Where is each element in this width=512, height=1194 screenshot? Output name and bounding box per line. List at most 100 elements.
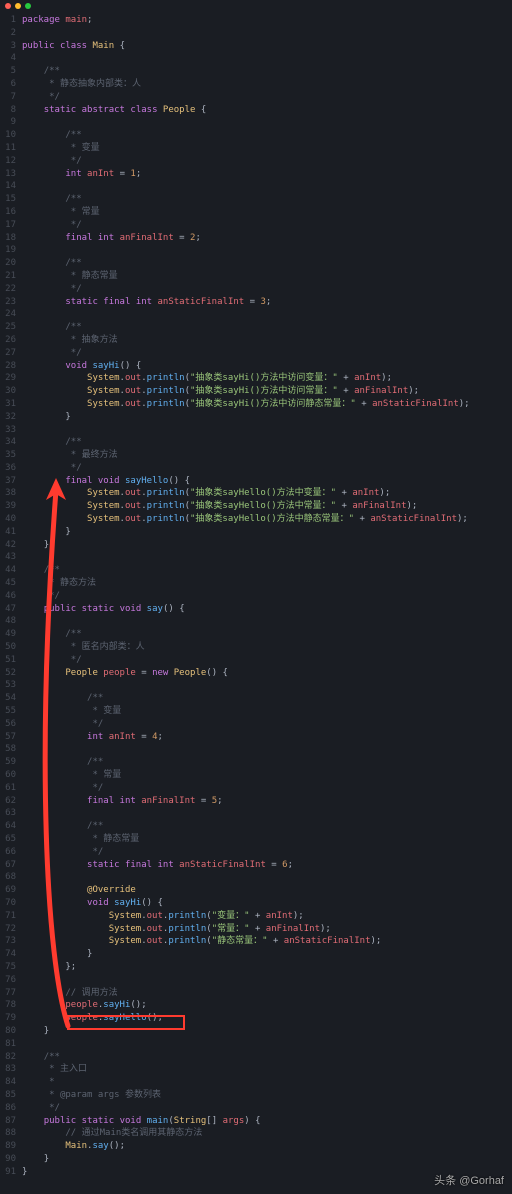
code-line: 3public class Main { xyxy=(0,40,512,53)
watermark: 头条 @Gorhaf xyxy=(434,1175,504,1188)
code-line: 90 } xyxy=(0,1153,512,1166)
code-line: 69 @Override xyxy=(0,884,512,897)
code-content: */ xyxy=(22,654,512,667)
code-content: static final int anStaticFinalInt = 3; xyxy=(22,296,512,309)
line-number: 90 xyxy=(0,1153,22,1166)
minimize-icon[interactable] xyxy=(15,3,21,9)
code-content: People people = new People() { xyxy=(22,667,512,680)
code-line: 23 static final int anStaticFinalInt = 3… xyxy=(0,296,512,309)
line-number: 50 xyxy=(0,641,22,654)
line-number: 9 xyxy=(0,116,22,129)
code-content xyxy=(22,974,512,987)
line-number: 61 xyxy=(0,782,22,795)
code-line: 68 xyxy=(0,871,512,884)
code-content xyxy=(22,52,512,65)
code-content: int anInt = 1; xyxy=(22,168,512,181)
code-line: 83 * 主入口 xyxy=(0,1063,512,1076)
code-line: 86 */ xyxy=(0,1102,512,1115)
code-content: System.out.println("抽象类sayHello()方法中静态常量… xyxy=(22,513,512,526)
code-line: 26 * 抽象方法 xyxy=(0,334,512,347)
code-content: public static void main(String[] args) { xyxy=(22,1115,512,1128)
line-number: 53 xyxy=(0,679,22,692)
code-line: 41 } xyxy=(0,526,512,539)
code-line: 28 void sayHi() { xyxy=(0,360,512,373)
line-number: 44 xyxy=(0,564,22,577)
code-line: 43 xyxy=(0,551,512,564)
code-line: 40 System.out.println("抽象类sayHello()方法中静… xyxy=(0,513,512,526)
code-content: } xyxy=(22,1153,512,1166)
code-line: 12 */ xyxy=(0,155,512,168)
code-content: @Override xyxy=(22,884,512,897)
code-content xyxy=(22,308,512,321)
code-content: // 通过Main类名调用其静态方法 xyxy=(22,1127,512,1140)
line-number: 24 xyxy=(0,308,22,321)
line-number: 88 xyxy=(0,1127,22,1140)
code-line: 21 * 静态常量 xyxy=(0,270,512,283)
code-content: * 静态常量 xyxy=(22,270,512,283)
line-number: 38 xyxy=(0,487,22,500)
code-content: System.out.println("抽象类sayHello()方法中变量："… xyxy=(22,487,512,500)
line-number: 85 xyxy=(0,1089,22,1102)
line-number: 76 xyxy=(0,974,22,987)
code-line: 89 Main.say(); xyxy=(0,1140,512,1153)
code-line: 13 int anInt = 1; xyxy=(0,168,512,181)
code-line: 19 xyxy=(0,244,512,257)
code-content: * 静态抽象内部类：人 xyxy=(22,78,512,91)
code-content xyxy=(22,424,512,437)
line-number: 41 xyxy=(0,526,22,539)
line-number: 26 xyxy=(0,334,22,347)
code-content: * 静态常量 xyxy=(22,833,512,846)
code-line: 70 void sayHi() { xyxy=(0,897,512,910)
code-line: 2 xyxy=(0,27,512,40)
line-number: 86 xyxy=(0,1102,22,1115)
code-line: 7 */ xyxy=(0,91,512,104)
line-number: 42 xyxy=(0,539,22,552)
close-icon[interactable] xyxy=(5,3,11,9)
line-number: 59 xyxy=(0,756,22,769)
code-line: 59 /** xyxy=(0,756,512,769)
line-number: 4 xyxy=(0,52,22,65)
zoom-icon[interactable] xyxy=(25,3,31,9)
code-line: 11 * 变量 xyxy=(0,142,512,155)
code-content: * 最终方法 xyxy=(22,449,512,462)
code-line: 29 System.out.println("抽象类sayHi()方法中访问变量… xyxy=(0,372,512,385)
line-number: 46 xyxy=(0,590,22,603)
line-number: 40 xyxy=(0,513,22,526)
code-content xyxy=(22,116,512,129)
code-line: 34 /** xyxy=(0,436,512,449)
code-line: 16 * 常量 xyxy=(0,206,512,219)
code-content: System.out.println("抽象类sayHi()方法中访问变量：" … xyxy=(22,372,512,385)
code-content: */ xyxy=(22,1102,512,1115)
line-number: 66 xyxy=(0,846,22,859)
line-number: 6 xyxy=(0,78,22,91)
code-line: 45 * 静态方法 xyxy=(0,577,512,590)
code-line: 51 */ xyxy=(0,654,512,667)
code-content: * 变量 xyxy=(22,705,512,718)
code-line: 20 /** xyxy=(0,257,512,270)
line-number: 16 xyxy=(0,206,22,219)
code-content: } xyxy=(22,948,512,961)
code-line: 36 */ xyxy=(0,462,512,475)
code-line: 53 xyxy=(0,679,512,692)
code-line: 60 * 常量 xyxy=(0,769,512,782)
line-number: 47 xyxy=(0,603,22,616)
code-content xyxy=(22,180,512,193)
code-line: 80 } xyxy=(0,1025,512,1038)
code-content: void sayHi() { xyxy=(22,897,512,910)
code-content: */ xyxy=(22,91,512,104)
line-number: 10 xyxy=(0,129,22,142)
code-content: */ xyxy=(22,283,512,296)
code-content: * 静态方法 xyxy=(22,577,512,590)
code-content: * @param args 参数列表 xyxy=(22,1089,512,1102)
code-line: 56 */ xyxy=(0,718,512,731)
code-line: 77 // 调用方法 xyxy=(0,987,512,1000)
code-content: * 变量 xyxy=(22,142,512,155)
line-number: 63 xyxy=(0,807,22,820)
code-content: static abstract class People { xyxy=(22,104,512,117)
code-content xyxy=(22,1038,512,1051)
code-content: System.out.println("抽象类sayHi()方法中访问常量：" … xyxy=(22,385,512,398)
code-content: /** xyxy=(22,257,512,270)
line-number: 45 xyxy=(0,577,22,590)
line-number: 75 xyxy=(0,961,22,974)
code-line: 35 * 最终方法 xyxy=(0,449,512,462)
